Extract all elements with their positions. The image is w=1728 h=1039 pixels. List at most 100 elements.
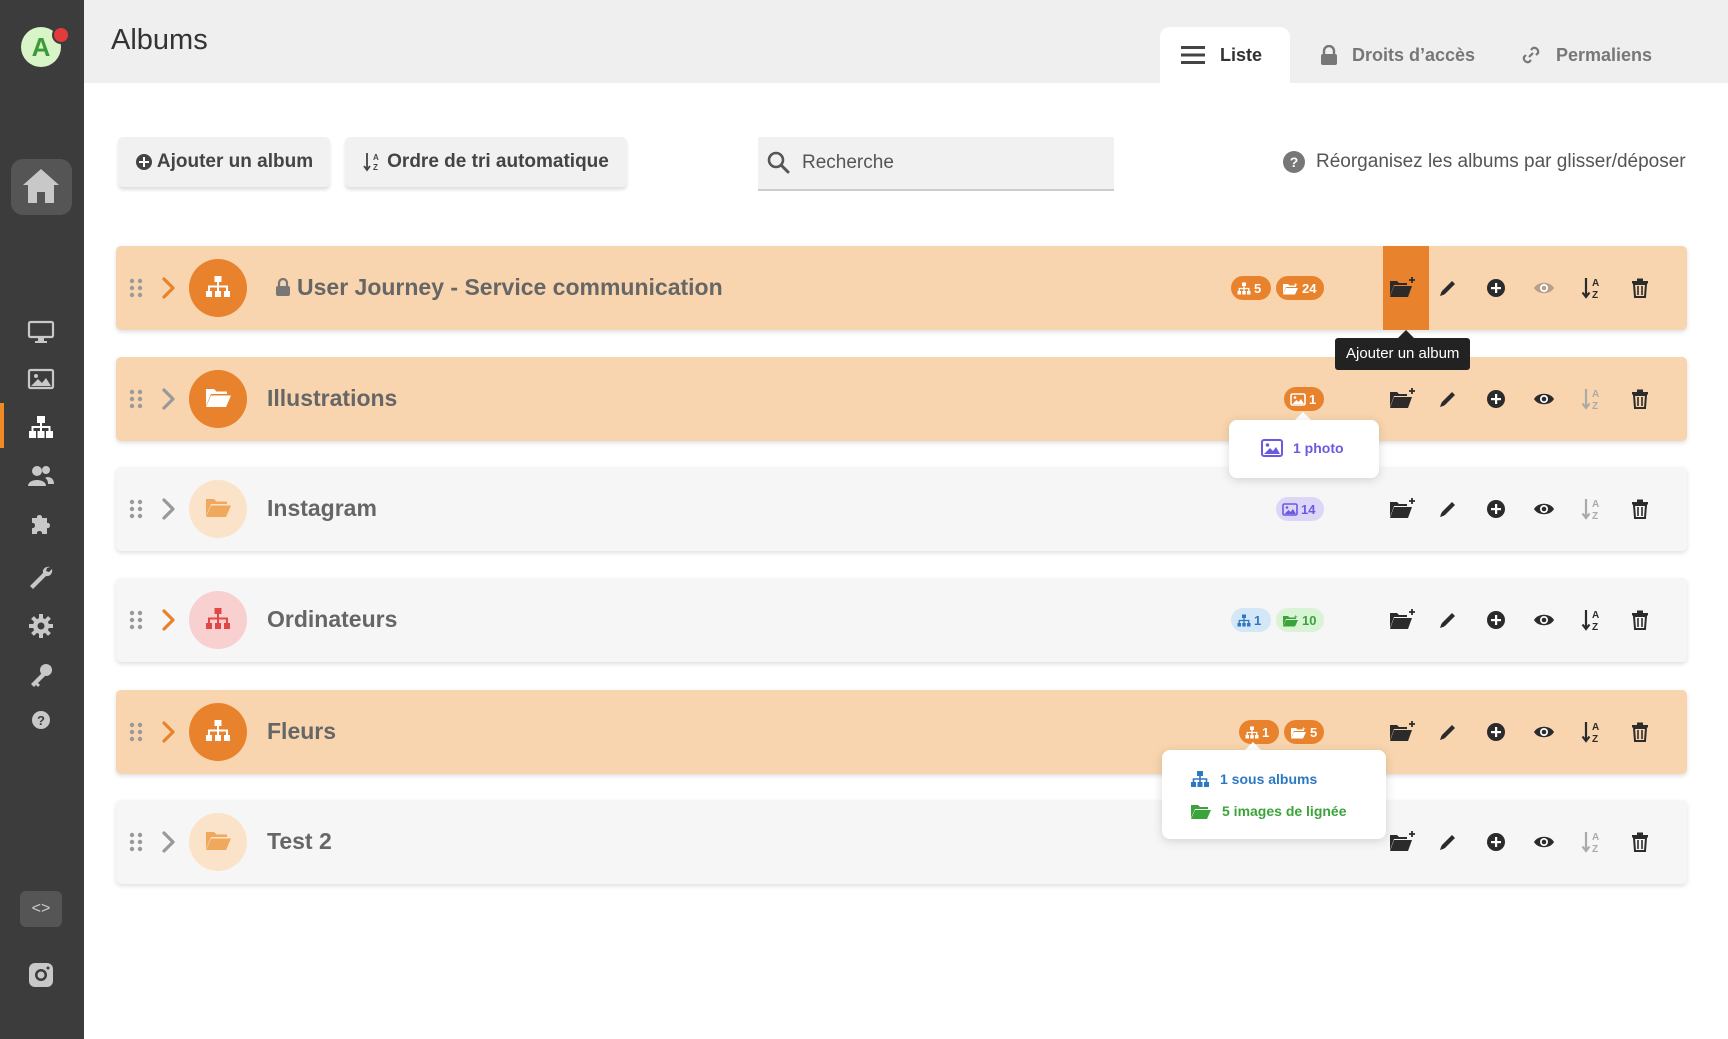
monitor-icon[interactable] (26, 316, 56, 346)
edit-icon[interactable] (1433, 494, 1463, 524)
tab-permalinks[interactable]: Permaliens (1520, 27, 1652, 83)
delete-icon[interactable] (1625, 273, 1655, 303)
badge-count: 1 (1309, 391, 1317, 407)
delete-icon[interactable] (1625, 384, 1655, 414)
lineage-badge[interactable]: +10 (1276, 608, 1324, 632)
album-name[interactable]: Ordinateurs (267, 606, 397, 633)
view-icon[interactable] (1529, 384, 1559, 414)
album-name[interactable]: Illustrations (267, 385, 397, 412)
puzzle-icon[interactable] (26, 510, 56, 540)
sort-icon[interactable]: AZ (1577, 605, 1607, 635)
expand-chevron-icon[interactable] (161, 720, 177, 744)
expand-chevron-icon[interactable] (161, 387, 177, 411)
delete-icon[interactable] (1625, 605, 1655, 635)
auto-sort-button[interactable]: AZ Ordre de tri automatique (345, 137, 627, 187)
drag-handle-icon[interactable] (129, 278, 143, 298)
album-name[interactable]: Test 2 (267, 828, 332, 855)
expand-chevron-icon[interactable] (161, 276, 177, 300)
delete-icon[interactable] (1625, 717, 1655, 747)
subalbums-badge[interactable]: 5 (1231, 276, 1271, 300)
album-row-ordinateurs[interactable]: Ordinateurs +10 1 AZ (116, 578, 1687, 662)
tab-access-rights[interactable]: Droits d’accès (1320, 27, 1475, 83)
subalbums-badge[interactable]: 1 (1231, 608, 1271, 632)
add-photo-icon[interactable] (1481, 827, 1511, 857)
add-subalbum-icon[interactable] (1388, 384, 1418, 414)
image-icon[interactable] (26, 364, 56, 394)
add-subalbum-icon[interactable] (1388, 494, 1418, 524)
view-icon[interactable] (1529, 717, 1559, 747)
subalbums-badge[interactable]: 1 (1239, 720, 1279, 744)
wrench-icon[interactable] (26, 563, 56, 593)
edit-icon[interactable] (1433, 384, 1463, 414)
add-album-label: Ajouter un album (156, 151, 314, 172)
lineage-badge[interactable]: +5 (1284, 720, 1324, 744)
plus-circle-icon (135, 153, 153, 171)
album-name[interactable]: User Journey - Service communication (297, 274, 723, 301)
sort-icon[interactable]: AZ (1577, 717, 1607, 747)
view-icon[interactable] (1529, 605, 1559, 635)
album-row-test-2[interactable]: Test 2 AZ (116, 800, 1687, 884)
view-icon[interactable] (1529, 827, 1559, 857)
folder-open-icon (189, 813, 247, 871)
svg-text:+: + (1294, 615, 1298, 621)
add-album-button[interactable]: Ajouter un album (118, 137, 330, 187)
svg-text:Z: Z (1592, 401, 1598, 411)
photos-badge[interactable]: 14 (1276, 497, 1324, 521)
add-subalbum-icon[interactable] (1388, 717, 1418, 747)
gear-icon[interactable] (26, 611, 56, 641)
sitemap-icon (1245, 726, 1259, 739)
folder-open-icon (1190, 802, 1212, 820)
add-photo-icon[interactable] (1481, 494, 1511, 524)
album-row-instagram[interactable]: Instagram 14 AZ (116, 467, 1687, 551)
add-photo-icon[interactable] (1481, 717, 1511, 747)
delete-icon[interactable] (1625, 827, 1655, 857)
edit-icon[interactable] (1433, 717, 1463, 747)
drag-handle-icon[interactable] (129, 610, 143, 630)
search-input[interactable] (800, 145, 1104, 181)
view-icon[interactable] (1529, 273, 1559, 303)
add-photo-icon[interactable] (1481, 273, 1511, 303)
add-photo-icon[interactable] (1481, 605, 1511, 635)
photos-badge[interactable]: 1 (1284, 387, 1324, 411)
album-row-fleurs[interactable]: Fleurs +5 1 AZ (116, 690, 1687, 774)
instagram-icon[interactable] (27, 961, 55, 989)
album-name[interactable]: Instagram (267, 495, 377, 522)
tab-list[interactable]: Liste (1160, 27, 1290, 83)
edit-icon[interactable] (1433, 827, 1463, 857)
drag-handle-icon[interactable] (129, 832, 143, 852)
question-circle-icon[interactable]: ? (1282, 150, 1306, 174)
edit-icon[interactable] (1433, 605, 1463, 635)
sort-icon[interactable]: AZ (1577, 384, 1607, 414)
sort-icon[interactable]: AZ (1577, 827, 1607, 857)
view-icon[interactable] (1529, 494, 1559, 524)
home-icon[interactable] (11, 159, 72, 215)
add-subalbum-icon[interactable] (1388, 827, 1418, 857)
edit-icon[interactable] (1433, 273, 1463, 303)
drag-handle-icon[interactable] (129, 389, 143, 409)
lineage-badge[interactable]: +24 (1276, 276, 1324, 300)
drag-handle-icon[interactable] (129, 722, 143, 742)
delete-icon[interactable] (1625, 494, 1655, 524)
expand-chevron-icon[interactable] (161, 608, 177, 632)
sitemap-icon[interactable] (26, 412, 56, 442)
code-icon[interactable]: <> (20, 891, 62, 927)
drag-handle-icon[interactable] (129, 499, 143, 519)
badge-count: 1 (1254, 612, 1262, 628)
album-row-user-journey-service-communication[interactable]: User Journey - Service communication +24… (116, 246, 1687, 330)
add-subalbum-icon[interactable] (1388, 605, 1418, 635)
expand-chevron-icon[interactable] (161, 497, 177, 521)
users-icon[interactable] (26, 461, 56, 491)
notification-bell-icon[interactable] (52, 26, 70, 44)
album-name[interactable]: Fleurs (267, 718, 336, 745)
badge-count: 10 (1302, 612, 1317, 628)
key-icon[interactable] (26, 660, 56, 690)
add-photo-icon[interactable] (1481, 384, 1511, 414)
sort-icon[interactable]: AZ (1577, 494, 1607, 524)
sort-icon[interactable]: AZ (1577, 273, 1607, 303)
svg-text:+: + (1302, 727, 1306, 733)
help-icon[interactable]: ? (26, 705, 56, 735)
sitemap-icon (1237, 614, 1251, 627)
photos-line: 1 photo (1261, 439, 1344, 457)
expand-chevron-icon[interactable] (161, 830, 177, 854)
add-subalbum-icon[interactable] (1388, 273, 1418, 303)
